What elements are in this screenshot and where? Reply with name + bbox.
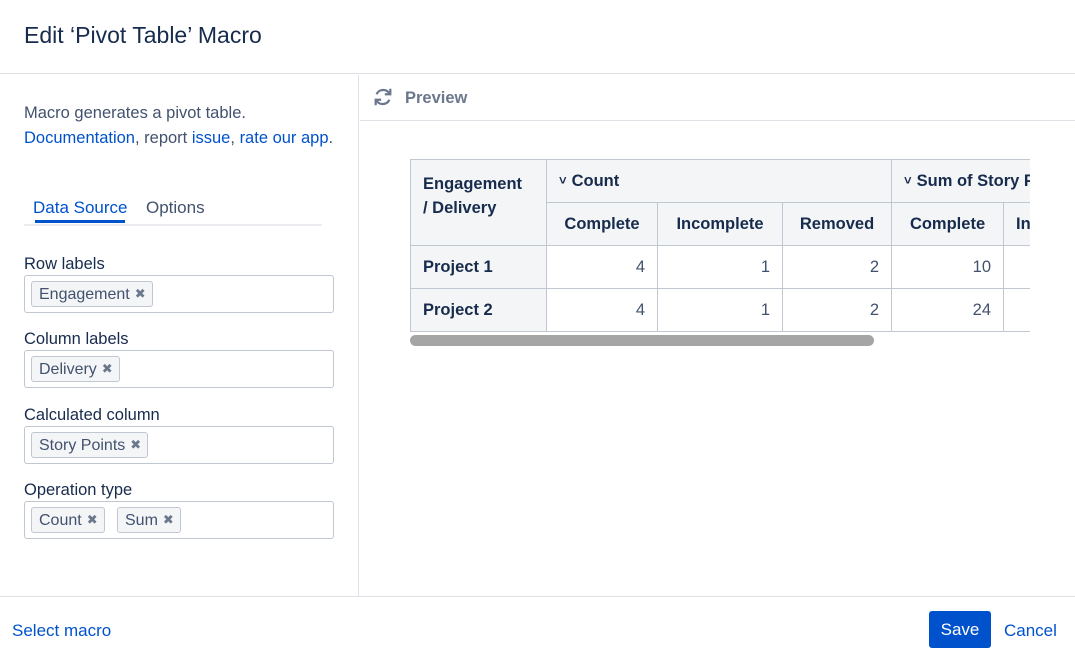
sub-header: Complete	[546, 202, 658, 246]
chevron-down-icon: ˅	[904, 172, 912, 188]
table-row: Project 2 4 1 2 24	[410, 288, 1030, 332]
preview-bar: Preview	[360, 75, 1075, 121]
save-button[interactable]: Save	[929, 611, 991, 648]
select-macro-link[interactable]: Select macro	[12, 621, 111, 641]
table-cell: 4	[546, 245, 658, 289]
calculated-column-label: Calculated column	[24, 406, 160, 424]
tab-data-source[interactable]: Data Source	[33, 198, 128, 218]
dialog-title: Edit ‘Pivot Table’ Macro	[24, 22, 262, 48]
table-cell	[1003, 288, 1030, 332]
table-cell	[1003, 245, 1030, 289]
row-labels-field[interactable]: Engagement ✖	[24, 275, 334, 313]
sub-header: Removed	[781, 202, 893, 246]
table-cell: 1	[657, 288, 783, 332]
table-cell: 1	[657, 245, 783, 289]
row-labels-label: Row labels	[24, 255, 105, 273]
horizontal-scrollbar[interactable]	[410, 335, 874, 346]
issue-link[interactable]: issue	[192, 129, 231, 147]
refresh-icon[interactable]	[372, 86, 394, 108]
group-label: Sum of Story Points	[916, 171, 1030, 190]
cancel-button[interactable]: Cancel	[1004, 621, 1057, 641]
table-cell: 2	[781, 288, 893, 332]
chevron-down-icon: ˅	[559, 172, 567, 188]
table-cell: 24	[891, 288, 1005, 332]
corner-line-2: / Delivery	[423, 199, 497, 217]
comma-text: ,	[230, 129, 235, 147]
table-cell: 4	[546, 288, 658, 332]
column-labels-field[interactable]: Delivery ✖	[24, 350, 334, 388]
row-header: Project 1	[410, 245, 547, 289]
remove-icon[interactable]: ✖	[135, 282, 146, 306]
remove-icon[interactable]: ✖	[87, 508, 98, 532]
chip-story-points: Story Points ✖	[31, 432, 149, 458]
macro-description: Macro generates a pivot table. Documenta…	[24, 101, 334, 151]
pivot-table-container: Engagement / Delivery ˅ Count ˅ Sum of Sto…	[410, 159, 1030, 334]
chip-label: Delivery	[39, 361, 97, 378]
operation-type-label: Operation type	[24, 481, 133, 499]
column-labels-label: Column labels	[24, 330, 129, 348]
rate-app-link[interactable]: rate our app	[240, 129, 329, 147]
remove-icon[interactable]: ✖	[163, 508, 174, 532]
active-tab-indicator	[35, 220, 125, 223]
dialog-footer: Select macro Save Cancel	[0, 596, 1075, 656]
preview-title: Preview	[405, 89, 468, 107]
corner-header: Engagement / Delivery	[410, 159, 547, 246]
sub-header: Incomplete	[1003, 202, 1030, 246]
chip-engagement: Engagement ✖	[31, 281, 153, 307]
left-panel: Macro generates a pivot table. Documenta…	[0, 75, 359, 596]
group-header-sum[interactable]: ˅Sum of Story Points	[891, 159, 1030, 203]
description-text: Macro generates a pivot table.	[24, 104, 246, 122]
group-label: Count	[571, 171, 620, 190]
remove-icon[interactable]: ✖	[130, 433, 141, 457]
pivot-table: Engagement / Delivery ˅ Count ˅ Sum of Sto…	[410, 159, 1030, 332]
sub-header: Complete	[891, 202, 1005, 246]
table-cell: 10	[891, 245, 1005, 289]
chip-sum: Sum ✖	[117, 507, 181, 533]
sub-header: Incomplete	[657, 202, 783, 246]
calculated-column-field[interactable]: Story Points ✖	[24, 426, 334, 464]
report-text: , report	[134, 129, 192, 147]
chip-label: Sum	[125, 512, 158, 529]
chip-count: Count ✖	[31, 507, 105, 533]
documentation-link[interactable]: Documentation	[24, 129, 135, 147]
operation-type-field[interactable]: Count ✖ Sum ✖	[24, 501, 334, 539]
corner-line-1: Engagement	[423, 175, 523, 193]
chip-label: Engagement	[39, 286, 130, 303]
table-cell: 2	[781, 245, 893, 289]
dialog-header: Edit ‘Pivot Table’ Macro	[0, 0, 1075, 74]
remove-icon[interactable]: ✖	[102, 357, 113, 381]
chip-delivery: Delivery ✖	[31, 356, 120, 382]
header-row-groups: Engagement / Delivery ˅ Count ˅ Sum of Sto…	[410, 159, 1030, 246]
period-text: .	[328, 129, 334, 147]
group-header-count[interactable]: ˅ Count	[545, 159, 893, 203]
table-row: Project 1 4 1 2 10	[410, 245, 1030, 289]
tab-options[interactable]: Options	[146, 198, 205, 218]
row-header: Project 2	[410, 288, 547, 332]
chip-label: Story Points	[39, 437, 126, 454]
chip-label: Count	[39, 512, 82, 529]
